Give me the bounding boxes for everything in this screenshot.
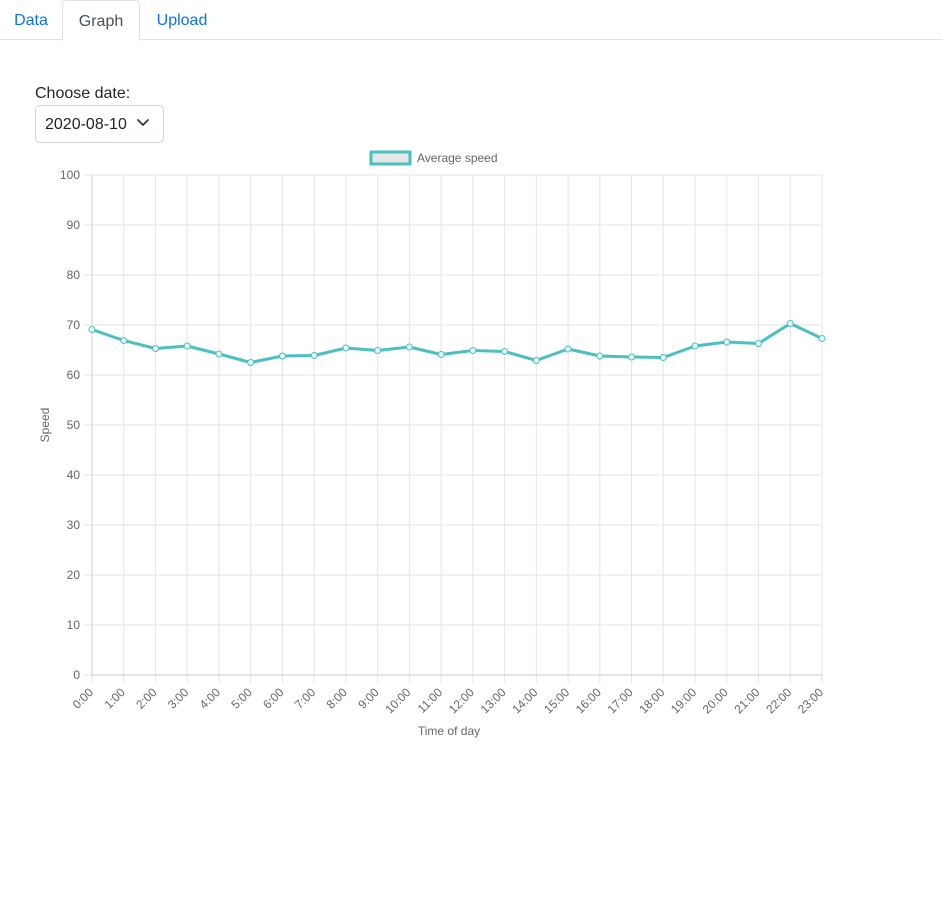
x-tick-label: 0:00 — [70, 685, 97, 712]
data-point[interactable] — [405, 343, 413, 351]
data-point[interactable] — [247, 359, 255, 366]
y-tick-label: 80 — [67, 268, 81, 282]
x-tick-label: 21:00 — [732, 685, 763, 716]
tab-graph[interactable]: Graph — [62, 0, 140, 41]
data-point[interactable] — [723, 338, 731, 346]
data-point[interactable] — [755, 340, 763, 347]
x-axis-title: Time of day — [418, 724, 480, 738]
data-point[interactable] — [501, 348, 509, 355]
data-point[interactable] — [691, 342, 699, 350]
y-tick-label: 90 — [67, 218, 81, 232]
data-point[interactable] — [659, 354, 667, 361]
data-point[interactable] — [469, 347, 477, 354]
y-tick-label: 50 — [67, 418, 81, 432]
data-point[interactable] — [278, 352, 286, 360]
x-tick-label: 5:00 — [228, 685, 255, 712]
x-tick-label: 11:00 — [415, 685, 446, 716]
x-tick-label: 1:00 — [101, 685, 128, 712]
y-tick-label: 0 — [73, 668, 80, 682]
x-tick-label: 9:00 — [355, 685, 382, 712]
data-point[interactable] — [342, 344, 350, 352]
series-line — [91, 322, 823, 364]
data-point[interactable] — [596, 352, 604, 360]
x-tick-label: 13:00 — [478, 685, 509, 716]
x-tick-label: 20:00 — [700, 685, 731, 716]
data-point[interactable] — [120, 337, 128, 344]
x-tick-label: 17:00 — [605, 685, 636, 716]
tab-upload[interactable]: Upload — [140, 0, 224, 41]
data-point[interactable] — [374, 347, 382, 354]
x-tick-label: 12:00 — [446, 685, 477, 716]
x-tick-label: 4:00 — [197, 685, 224, 712]
x-tick-label: 8:00 — [324, 685, 351, 712]
date-label: Choose date: — [35, 85, 131, 102]
x-tick-label: 15:00 — [541, 685, 572, 716]
speed-line-chart: Average speed01020304050607080901000:00 1… — [38, 150, 826, 738]
x-tick-label: 3:00 — [165, 685, 192, 712]
y-tick-label: 100 — [60, 168, 80, 182]
y-tick-label: 40 — [67, 468, 81, 482]
x-tick-label: 2:00 — [133, 685, 160, 712]
x-tick-label: 14:00 — [509, 685, 540, 716]
x-tick-label: 19:00 — [668, 685, 699, 716]
data-point[interactable] — [818, 335, 826, 342]
tab-data[interactable]: Data — [0, 0, 62, 41]
data-point[interactable] — [628, 353, 636, 361]
data-point[interactable] — [532, 357, 540, 364]
y-tick-label: 30 — [67, 518, 81, 532]
legend-label: Average speed — [417, 151, 498, 165]
x-tick-label: 23:00 — [795, 685, 826, 716]
x-tick-label: 7:00 — [292, 685, 319, 712]
data-point[interactable] — [310, 352, 318, 359]
data-point[interactable] — [151, 345, 159, 352]
tab-bar: Data Graph Upload — [0, 0, 943, 41]
date-select[interactable]: 2020-08-10 — [35, 105, 164, 143]
data-point[interactable] — [786, 320, 794, 327]
legend-swatch[interactable] — [369, 150, 412, 166]
y-tick-label: 60 — [67, 368, 81, 382]
y-tick-label: 20 — [67, 568, 81, 582]
data-point[interactable] — [437, 351, 445, 358]
data-point[interactable] — [564, 345, 572, 353]
y-tick-label: 70 — [67, 318, 81, 332]
x-tick-label: 10:00 — [382, 685, 413, 716]
x-tick-label: 18:00 — [636, 685, 667, 716]
x-tick-label: 16:00 — [573, 685, 604, 716]
data-point[interactable] — [88, 326, 96, 333]
chart-container: Average speed 0 10 20 30 40 50 60 70 80 90 100 0:00 1… — [0, 140, 943, 750]
data-point[interactable] — [183, 342, 191, 350]
y-tick-label: 10 — [67, 618, 81, 632]
data-point[interactable] — [215, 350, 223, 358]
x-tick-label: 22:00 — [763, 685, 794, 716]
x-tick-label: 6:00 — [260, 685, 287, 712]
y-axis-title: Speed — [38, 408, 52, 443]
date-select-value: 2020-08-10 — [45, 116, 127, 133]
chevron-down-icon — [137, 119, 149, 126]
